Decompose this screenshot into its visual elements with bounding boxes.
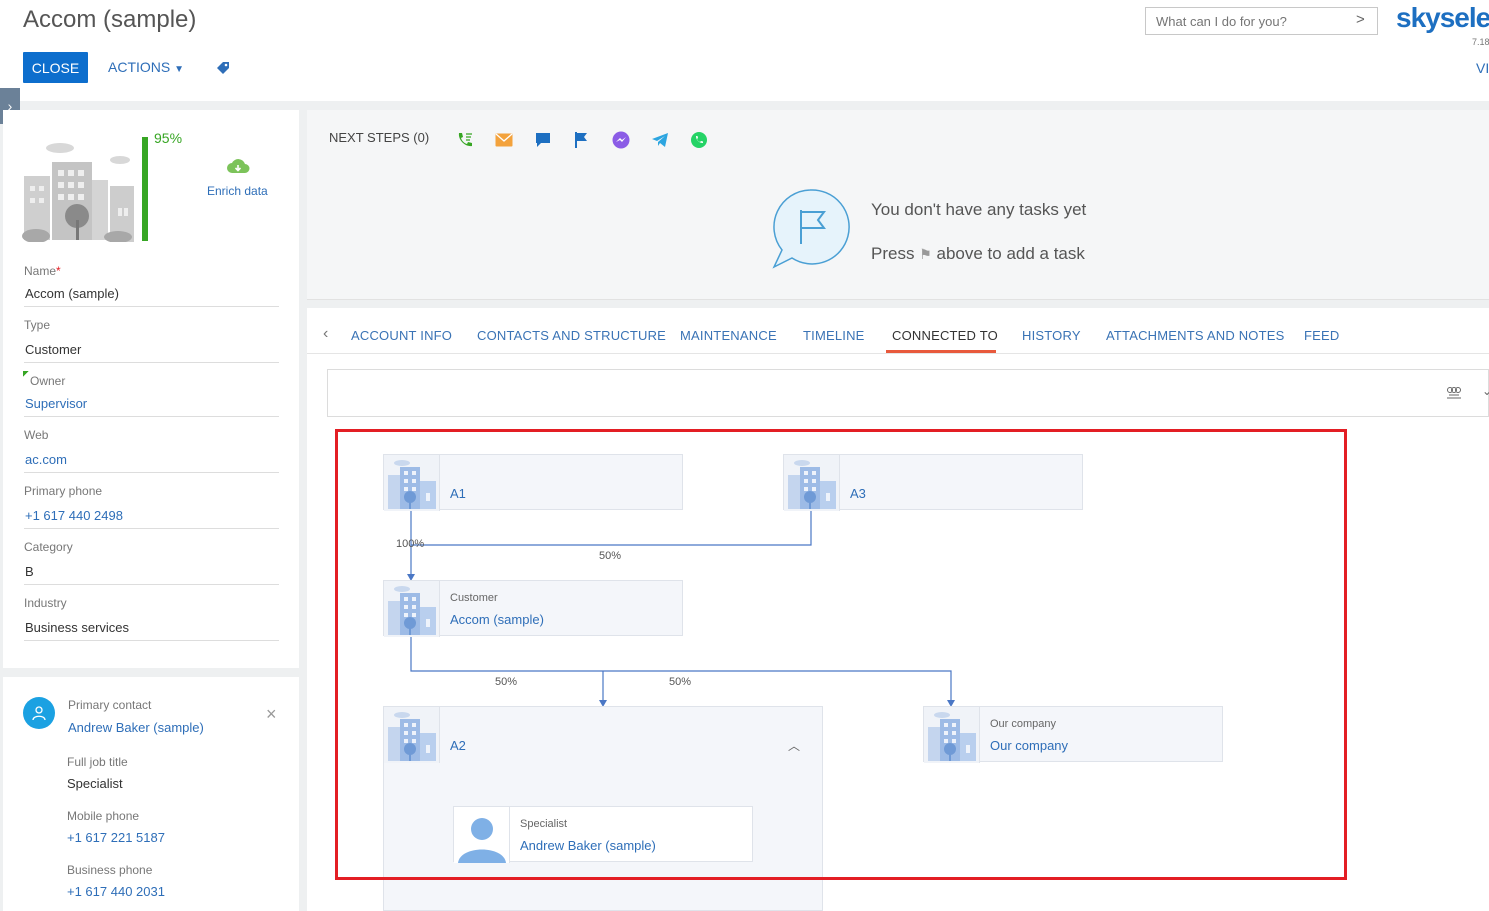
changed-indicator	[23, 371, 29, 377]
field-divider	[24, 306, 279, 307]
caret-down-icon: ▼	[174, 64, 185, 75]
completeness-percent: 95%	[154, 130, 183, 146]
tab-history[interactable]: HISTORY	[1022, 328, 1081, 343]
next-steps-title: NEXT STEPS (0)	[329, 130, 430, 145]
empty-tasks-title: You don't have any tasks yet	[871, 200, 1087, 219]
tab-timeline[interactable]: TIMELINE	[803, 328, 865, 343]
close-button[interactable]: CLOSE	[23, 52, 88, 83]
structure-icon[interactable]	[1446, 386, 1462, 400]
tag-icon[interactable]	[215, 60, 231, 76]
flag-icon[interactable]	[574, 131, 590, 149]
view-link[interactable]: VI	[1476, 60, 1489, 76]
highlight-frame	[335, 429, 1347, 880]
field-label-owner: Owner	[30, 374, 66, 388]
field-divider	[24, 416, 279, 417]
field-value-industry[interactable]: Business services	[25, 620, 129, 635]
company-image-icon	[22, 143, 134, 242]
close-icon[interactable]: ×	[266, 704, 277, 725]
business-phone-label: Business phone	[67, 863, 153, 877]
primary-contact-label: Primary contact	[68, 698, 152, 712]
email-icon[interactable]	[495, 133, 513, 147]
field-value-owner[interactable]: Supervisor	[25, 396, 87, 411]
tabs-scroll-left-icon[interactable]: ‹	[323, 325, 328, 343]
required-mark: *	[56, 264, 61, 278]
tab-attachments-and-notes[interactable]: ATTACHMENTS AND NOTES	[1106, 328, 1285, 343]
completeness-bar	[142, 137, 148, 241]
tab-connected-to[interactable]: CONNECTED TO	[892, 328, 998, 343]
whatsapp-icon[interactable]	[690, 131, 708, 149]
field-value-name[interactable]: Accom (sample)	[25, 286, 119, 301]
field-value-category[interactable]: B	[25, 564, 34, 579]
field-label-category: Category	[24, 540, 73, 554]
field-label-primary-phone: Primary phone	[24, 484, 103, 498]
field-divider	[24, 362, 279, 363]
mobile-phone-label: Mobile phone	[67, 809, 140, 823]
tab-contacts-and-structure[interactable]: CONTACTS AND STRUCTURE	[477, 328, 666, 343]
field-label-web: Web	[24, 428, 49, 442]
logo: skysele	[1396, 2, 1489, 33]
mobile-phone-value[interactable]: +1 617 221 5187	[67, 830, 165, 845]
hint-prefix: Press	[871, 244, 915, 263]
primary-contact-name[interactable]: Andrew Baker (sample)	[68, 720, 204, 735]
chevron-right-icon[interactable]: >	[1356, 11, 1365, 28]
tab-account-info[interactable]: ACCOUNT INFO	[351, 328, 452, 343]
command-search-input[interactable]	[1145, 7, 1378, 35]
field-value-primary-phone[interactable]: +1 617 440 2498	[25, 508, 123, 523]
page-title: Accom (sample)	[23, 6, 197, 33]
field-divider	[24, 528, 279, 529]
empty-tasks-flag-icon	[772, 189, 850, 269]
chat-icon[interactable]	[535, 132, 551, 148]
field-label-industry: Industry	[24, 596, 67, 610]
business-phone-value[interactable]: +1 617 440 2031	[67, 884, 165, 899]
flag-icon: ⚑	[919, 246, 932, 262]
tab-maintenance[interactable]: MAINTENANCE	[680, 328, 777, 343]
telegram-icon[interactable]	[651, 132, 669, 148]
cloud-download-icon[interactable]	[226, 157, 250, 175]
phone-icon[interactable]	[456, 131, 474, 149]
enrich-data-link[interactable]: Enrich data	[207, 184, 268, 198]
field-label-type: Type	[24, 318, 51, 332]
job-title-label: Full job title	[67, 755, 128, 769]
version-label: 7.18	[1472, 37, 1489, 47]
actions-label: ACTIONS	[108, 59, 171, 75]
field-name: Name*	[24, 262, 61, 280]
job-title-value: Specialist	[67, 776, 123, 791]
actions-button[interactable]: ACTIONS ▼	[108, 59, 184, 75]
messenger-icon[interactable]	[612, 131, 630, 149]
hint-suffix: above to add a task	[936, 244, 1085, 263]
empty-tasks-hint: Press ⚑ above to add a task	[871, 244, 1085, 264]
diagram-toolbar	[327, 369, 1489, 417]
chevron-down-icon[interactable]: ⌄	[1482, 384, 1489, 398]
tab-feed[interactable]: FEED	[1304, 328, 1339, 343]
field-divider	[24, 472, 279, 473]
field-value-web[interactable]: ac.com	[25, 452, 67, 467]
contact-avatar-icon	[23, 697, 55, 729]
tabs-divider	[307, 353, 1489, 354]
field-value-type[interactable]: Customer	[25, 342, 81, 357]
field-divider	[24, 584, 279, 585]
field-divider	[24, 640, 279, 641]
field-label: Name	[24, 264, 57, 278]
